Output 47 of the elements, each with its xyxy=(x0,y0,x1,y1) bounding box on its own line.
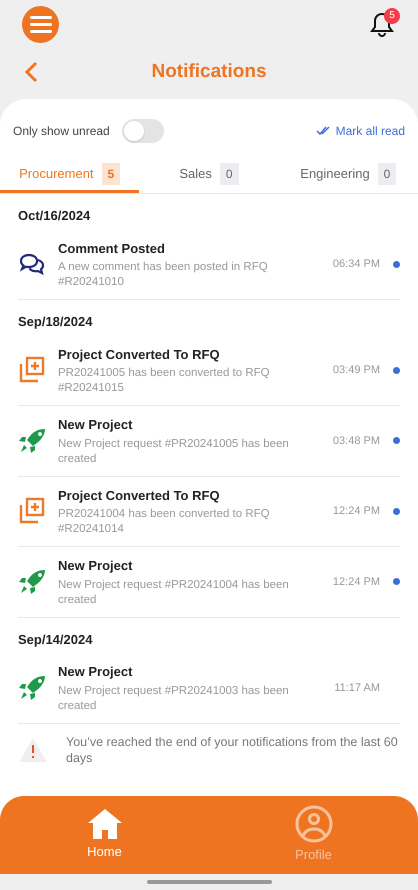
notification-title: Project Converted To RFQ xyxy=(58,346,221,364)
notification-text: PR20241004 has been converted to RFQ #R20241014 xyxy=(58,507,271,537)
warning-icon xyxy=(18,736,48,762)
category-tab[interactable]: Sales 0 xyxy=(139,157,279,193)
notification-text: New Project request #PR20241005 has been created xyxy=(58,436,290,466)
bell-icon[interactable] xyxy=(370,12,394,38)
date-heading: Sep/18/2024 xyxy=(18,313,94,331)
notification-item[interactable]: New Project New Project request #PR20241004 has been created 12:24 PM xyxy=(18,547,400,618)
notification-text: PR20241005 has been converted to RFQ #R20241015 xyxy=(58,366,271,396)
home-icon xyxy=(86,808,122,840)
notification-time: 03:49 PM xyxy=(332,363,380,378)
notification-item[interactable]: Project Converted To RFQ PR20241004 has been converted to RFQ #R20241014 12:24 PM xyxy=(18,476,400,547)
notification-time: 12:24 PM xyxy=(332,574,380,590)
notification-title: Comment Posted xyxy=(58,240,166,258)
rocket-icon xyxy=(18,568,46,595)
end-of-list-message: You’ve reached the end of your notifications from the last 60 days xyxy=(66,734,399,766)
rocket-icon xyxy=(18,428,46,454)
chat-bubbles-icon xyxy=(18,252,46,276)
notification-text: New Project request #PR20241004 has been created xyxy=(58,578,290,608)
notification-item[interactable]: Project Converted To RFQ PR20241005 has been converted to RFQ #R20241015 03:49 PM xyxy=(18,336,400,406)
notification-count: 5 xyxy=(384,8,400,24)
notification-title: Project Converted To RFQ xyxy=(58,486,221,505)
add-copy-icon xyxy=(18,497,46,526)
date-heading: Sep/14/2024 xyxy=(18,630,94,649)
notification-time: 12:24 PM xyxy=(332,504,380,519)
menu-button[interactable] xyxy=(22,6,59,43)
category-tab[interactable]: Engineering 0 xyxy=(278,157,418,193)
page-title: Notifications xyxy=(151,60,267,84)
double-check-icon xyxy=(316,126,332,136)
notification-item[interactable]: New Project New Project request #PR20241003 has been created 11:17 AM xyxy=(18,653,400,724)
unread-toggle[interactable] xyxy=(122,119,164,143)
notification-text: New Project request #PR20241003 has been created xyxy=(58,684,290,714)
mark-all-read-link[interactable]: Mark all read xyxy=(316,122,405,140)
notification-time: 11:17 AM xyxy=(334,680,380,696)
notification-time: 03:48 PM xyxy=(332,434,380,448)
notification-time: 06:34 PM xyxy=(332,257,380,272)
notification-title: New Project xyxy=(58,663,134,681)
notification-title: New Project xyxy=(58,416,134,434)
filter-label: Only show unread xyxy=(13,123,110,140)
user-circle-icon xyxy=(294,805,332,844)
notification-item[interactable]: Comment Posted A new comment has been posted in RFQ #R20241010 06:34 PM xyxy=(18,230,400,300)
notification-item[interactable]: New Project New Project request #PR20241005 has been created 03:48 PM xyxy=(18,406,400,476)
notification-title: New Project xyxy=(58,557,134,575)
add-copy-icon xyxy=(18,356,46,384)
rocket-icon xyxy=(18,674,46,701)
notification-text: A new comment has been posted in RFQ #R20241010 xyxy=(58,260,269,290)
date-heading: Oct/16/2024 xyxy=(18,207,92,225)
